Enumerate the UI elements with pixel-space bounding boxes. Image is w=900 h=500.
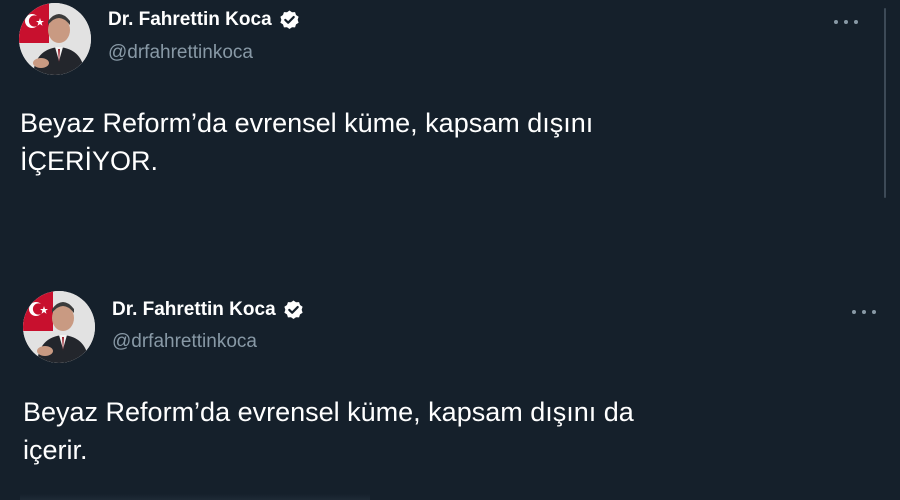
verified-badge-icon	[282, 299, 305, 322]
next-item-edge	[20, 494, 370, 500]
more-dot	[862, 310, 866, 314]
author-handle[interactable]: @drfahrettinkoca	[108, 42, 253, 64]
author-handle[interactable]: @drfahrettinkoca	[112, 331, 257, 353]
avatar[interactable]	[19, 3, 91, 75]
more-dot	[872, 310, 876, 314]
scrollbar[interactable]	[884, 8, 886, 198]
more-options-icon[interactable]	[834, 14, 858, 30]
author-display-name[interactable]: Dr. Fahrettin Koca	[112, 299, 276, 321]
author-name-row[interactable]: Dr. Fahrettin Koca	[108, 6, 301, 34]
more-dot	[852, 310, 856, 314]
tweet-text: Beyaz Reform’da evrensel küme, kapsam dı…	[23, 397, 634, 465]
avatar-photo	[23, 291, 95, 363]
author-name-row[interactable]: Dr. Fahrettin Koca	[112, 296, 305, 324]
more-dot	[854, 20, 858, 24]
more-options-icon[interactable]	[852, 304, 876, 320]
tweet-card[interactable]: Dr. Fahrettin Koca @drfahrettinkoca Beya…	[0, 0, 900, 250]
author-display-name[interactable]: Dr. Fahrettin Koca	[108, 9, 272, 31]
tweet-card[interactable]: Dr. Fahrettin Koca @drfahrettinkoca Beya…	[0, 290, 900, 500]
tweet-text: Beyaz Reform’da evrensel küme, kapsam dı…	[20, 108, 594, 176]
more-dot	[844, 20, 848, 24]
verified-badge-icon	[278, 9, 301, 32]
more-dot	[834, 20, 838, 24]
avatar-photo	[19, 3, 91, 75]
avatar[interactable]	[23, 291, 95, 363]
